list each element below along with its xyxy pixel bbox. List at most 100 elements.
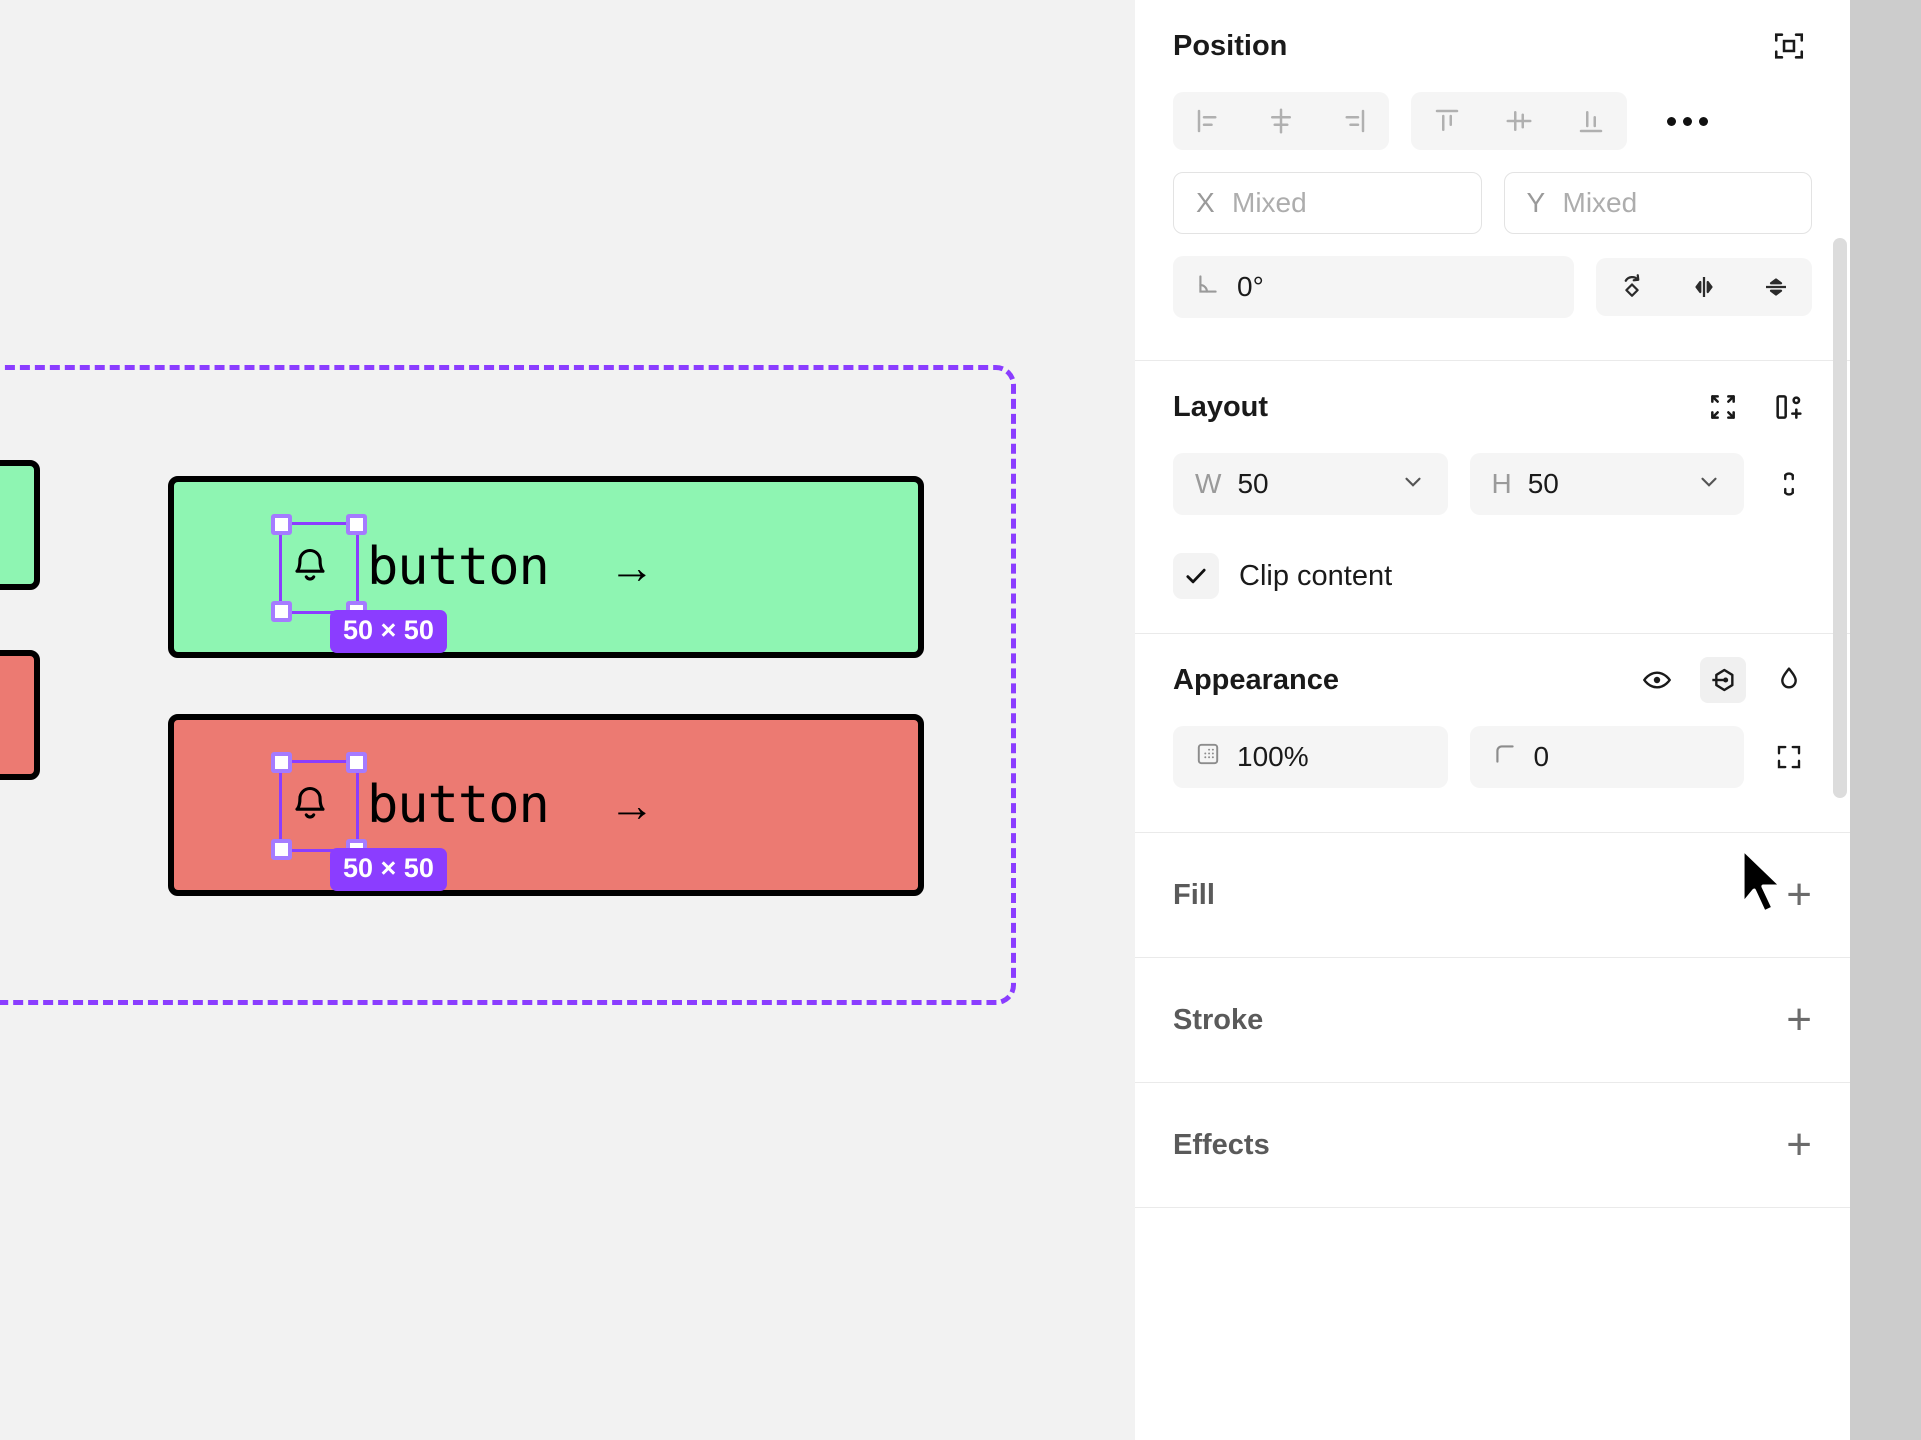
section-layout: Layout W 50 H 50 Clip content xyxy=(1135,361,1850,634)
x-position-input[interactable]: X Mixed xyxy=(1173,172,1482,234)
align-bottom-icon[interactable] xyxy=(1555,92,1627,150)
arrow-right-icon-red: → xyxy=(608,779,655,831)
x-label: X xyxy=(1196,187,1215,218)
bell-icon xyxy=(295,548,325,581)
y-value: Mixed xyxy=(1562,187,1638,218)
button-card-red-content: 50 × 50 button → xyxy=(271,752,655,891)
collapse-inward-icon[interactable] xyxy=(1700,384,1746,430)
section-stroke: Stroke + xyxy=(1135,958,1850,1083)
button-card-green[interactable]: 50 × 50 button → xyxy=(168,476,924,658)
right-gutter xyxy=(1850,0,1921,1440)
transform-group xyxy=(1596,258,1812,316)
add-stroke-button[interactable]: + xyxy=(1786,998,1812,1042)
appearance-header-icons xyxy=(1634,657,1812,703)
resize-handle-bottom-left[interactable] xyxy=(271,601,292,622)
align-center-horizontal-icon[interactable] xyxy=(1245,92,1317,150)
add-effect-button[interactable]: + xyxy=(1786,1123,1812,1167)
resize-handle-top-right[interactable] xyxy=(346,752,367,773)
card-red-clipped[interactable] xyxy=(0,650,40,780)
check-icon xyxy=(1186,568,1206,584)
independent-corners-icon[interactable] xyxy=(1766,734,1812,780)
clip-content-label: Clip content xyxy=(1239,559,1393,592)
link-dimensions-icon[interactable] xyxy=(1766,461,1812,507)
bell-icon xyxy=(295,786,325,819)
resize-handle-bottom-left[interactable] xyxy=(271,839,292,860)
fill-title: Fill xyxy=(1173,878,1215,911)
rotate-icon[interactable] xyxy=(1596,258,1668,316)
layout-title: Layout xyxy=(1173,390,1269,423)
dot xyxy=(1667,116,1676,126)
align-left-icon[interactable] xyxy=(1173,92,1245,150)
appearance-header: Appearance xyxy=(1173,634,1812,726)
opacity-radius-row: 100% 0 xyxy=(1173,726,1812,788)
visibility-eye-icon[interactable] xyxy=(1634,657,1680,703)
alignment-row xyxy=(1173,92,1812,150)
opacity-input[interactable]: 100% xyxy=(1173,726,1448,788)
corner-radius-input[interactable]: 0 xyxy=(1469,726,1744,788)
absolute-position-icon[interactable] xyxy=(1766,23,1812,69)
stroke-header: Stroke + xyxy=(1173,958,1812,1082)
align-center-vertical-icon[interactable] xyxy=(1483,92,1555,150)
button-label-red: button xyxy=(367,775,550,835)
resize-handle-top-left[interactable] xyxy=(271,514,292,535)
bell-icon-wrapper-red[interactable]: 50 × 50 xyxy=(271,752,447,891)
vertical-align-group xyxy=(1411,92,1627,150)
position-header: Position xyxy=(1173,0,1812,92)
flip-horizontal-icon[interactable] xyxy=(1668,258,1740,316)
effects-title: Effects xyxy=(1173,1128,1270,1161)
resize-handle-top-right[interactable] xyxy=(346,514,367,535)
align-right-icon[interactable] xyxy=(1317,92,1389,150)
chevron-down-icon[interactable] xyxy=(1696,469,1722,500)
width-input[interactable]: W 50 xyxy=(1173,453,1448,515)
wh-row: W 50 H 50 xyxy=(1173,453,1812,515)
w-value: 50 xyxy=(1237,468,1269,499)
rotation-row: 0° xyxy=(1173,256,1812,318)
dot xyxy=(1683,116,1692,126)
section-appearance: Appearance 100% 0 xyxy=(1135,634,1850,833)
more-options-icon[interactable] xyxy=(1657,116,1718,126)
hug-contents-icon[interactable] xyxy=(1700,657,1746,703)
x-value: Mixed xyxy=(1232,187,1307,218)
button-card-red[interactable]: 50 × 50 button → xyxy=(168,714,924,896)
panel-scrollbar[interactable] xyxy=(1833,238,1847,798)
add-auto-layout-icon[interactable] xyxy=(1766,384,1812,430)
corner-radius-icon xyxy=(1492,741,1518,774)
bell-icon-wrapper-green[interactable]: 50 × 50 xyxy=(271,514,447,653)
clip-content-row[interactable]: Clip content xyxy=(1173,537,1812,615)
position-title: Position xyxy=(1173,29,1288,62)
horizontal-align-group xyxy=(1173,92,1389,150)
angle-icon xyxy=(1195,271,1221,304)
dimension-badge-green: 50 × 50 xyxy=(330,610,447,653)
arrow-right-icon-green: → xyxy=(608,541,655,593)
card-green-clipped[interactable] xyxy=(0,460,40,590)
design-canvas[interactable]: 50 × 50 button → 50 × 50 button → xyxy=(0,0,1135,1440)
resize-handle-bottom-right[interactable] xyxy=(346,839,367,860)
h-label: H xyxy=(1491,468,1512,499)
chevron-down-icon[interactable] xyxy=(1400,469,1426,500)
opacity-value: 100% xyxy=(1237,741,1309,772)
clip-content-checkbox[interactable] xyxy=(1173,553,1219,599)
resize-handle-top-left[interactable] xyxy=(271,752,292,773)
y-label: Y xyxy=(1526,187,1546,218)
y-position-input[interactable]: Y Mixed xyxy=(1503,172,1812,234)
opacity-icon xyxy=(1195,741,1221,774)
resize-handle-bottom-right[interactable] xyxy=(346,601,367,622)
layout-header: Layout xyxy=(1173,361,1812,453)
corner-radius-value: 0 xyxy=(1533,741,1550,772)
h-value: 50 xyxy=(1527,468,1559,499)
appearance-title: Appearance xyxy=(1173,663,1340,696)
w-label: W xyxy=(1195,468,1222,499)
stroke-title: Stroke xyxy=(1173,1003,1264,1036)
flip-vertical-icon[interactable] xyxy=(1740,258,1812,316)
group-selection-outline xyxy=(0,365,1016,1005)
align-top-icon[interactable] xyxy=(1411,92,1483,150)
dimension-badge-red: 50 × 50 xyxy=(330,848,447,891)
blend-drop-icon[interactable] xyxy=(1766,657,1812,703)
height-input[interactable]: H 50 xyxy=(1469,453,1744,515)
rotation-input[interactable]: 0° xyxy=(1173,256,1574,318)
effects-header: Effects + xyxy=(1173,1083,1812,1207)
section-effects: Effects + xyxy=(1135,1083,1850,1208)
xy-row: X Mixed Y Mixed xyxy=(1173,172,1812,234)
fill-header: Fill + xyxy=(1173,833,1812,957)
mouse-cursor xyxy=(1737,845,1793,930)
